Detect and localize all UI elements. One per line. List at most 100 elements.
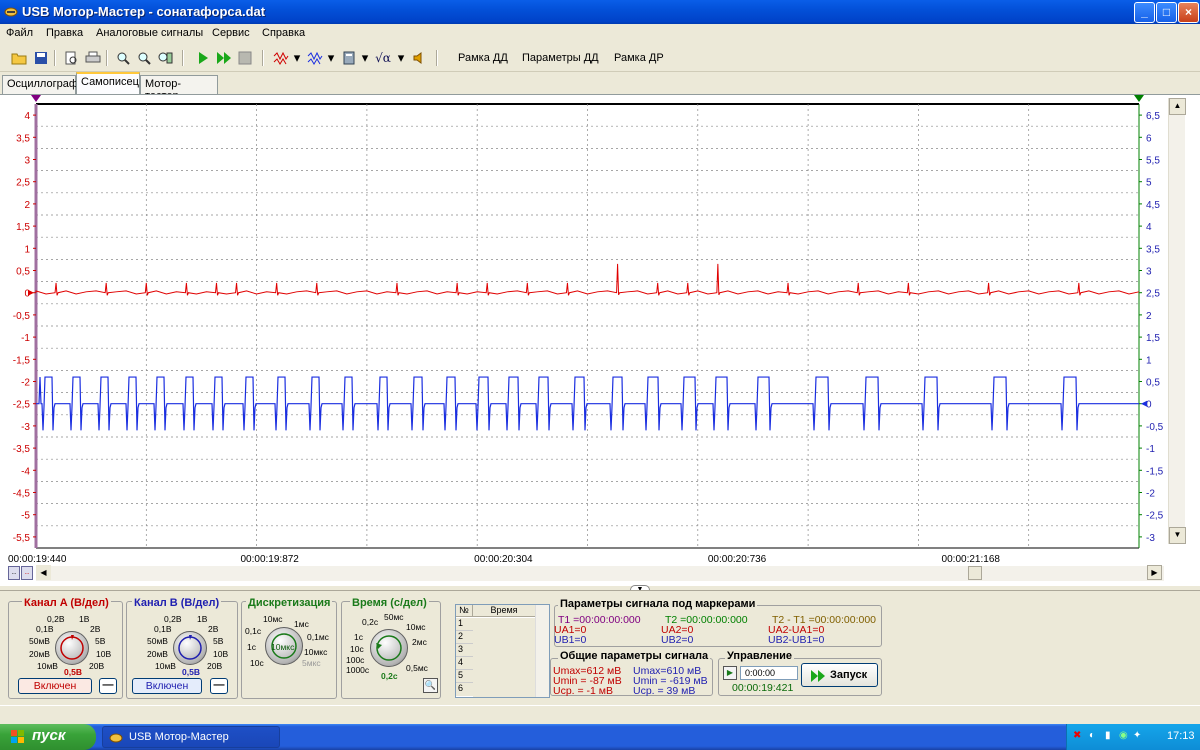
channel-b-signal-icon[interactable] bbox=[306, 49, 324, 67]
channel-a-title: Канал A (В/дел) bbox=[22, 597, 111, 609]
left-tick-label: -4,5 bbox=[13, 489, 31, 500]
dropdown-arrow-icon[interactable]: ▾ bbox=[360, 49, 370, 67]
menu-service[interactable]: Сервис bbox=[212, 27, 250, 39]
frame-dd-button[interactable]: Рамка ДД bbox=[458, 52, 508, 64]
vertical-scrollbar[interactable]: ▲ ▼ bbox=[1168, 98, 1186, 544]
tab-strip: Осциллограф Самописец Мотор-тестер bbox=[0, 72, 1200, 102]
dropdown-arrow-icon[interactable]: ▾ bbox=[396, 49, 406, 67]
channel-b-zero-marker bbox=[1141, 400, 1147, 407]
taskbar-app-label: USB Мотор-Мастер bbox=[129, 731, 229, 743]
scroll-thumb[interactable] bbox=[968, 566, 982, 580]
start-button-label: Запуск bbox=[830, 669, 868, 681]
x-tick-label: 00:00:19:440 bbox=[8, 554, 67, 565]
channel-b-invert-button[interactable]: — bbox=[210, 678, 228, 694]
channel-a-enabled-button[interactable]: Включен bbox=[18, 678, 92, 694]
dropdown-arrow-icon[interactable]: ▾ bbox=[326, 49, 336, 67]
volume-icon[interactable]: ◐ bbox=[1089, 730, 1095, 741]
channel-b-volts-knob[interactable] bbox=[173, 631, 207, 665]
sound-icon[interactable] bbox=[410, 49, 428, 67]
tab-motor-tester[interactable]: Мотор-тестер bbox=[140, 75, 218, 102]
stop-icon[interactable] bbox=[236, 49, 254, 67]
play-icon[interactable] bbox=[194, 49, 212, 67]
zoom-in-icon[interactable] bbox=[114, 49, 132, 67]
knob-label: 10мкс bbox=[304, 647, 328, 657]
knob-label: 1с bbox=[247, 642, 256, 652]
minimize-button[interactable]: _ bbox=[1134, 2, 1155, 23]
start-button[interactable]: Запуск bbox=[801, 663, 878, 687]
right-tick-label: 1,5 bbox=[1146, 333, 1160, 344]
zoom-fit-icon[interactable] bbox=[156, 49, 174, 67]
update-icon[interactable]: ✦ bbox=[1133, 730, 1141, 741]
sampling-knob[interactable]: 10мкс bbox=[265, 627, 303, 665]
calculator-icon[interactable] bbox=[340, 49, 358, 67]
knob-label: 0,5мс bbox=[406, 663, 428, 673]
time-input[interactable]: 0:00:00 bbox=[740, 666, 798, 680]
recorder-chart[interactable]: 43,532,521,510,50-0,5-1-1,5-2-2,5-3-3,5-… bbox=[0, 95, 1200, 587]
timebase-knob[interactable] bbox=[370, 629, 408, 667]
marker-params-title: Параметры сигнала под маркерами bbox=[558, 598, 758, 610]
marker-table[interactable]: № Время 1 2 3 4 5 6 bbox=[455, 604, 550, 698]
fast-forward-icon[interactable] bbox=[215, 49, 233, 67]
timebase-options-icon[interactable]: 🔍 bbox=[423, 678, 438, 693]
scroll-left-icon[interactable]: ◀ bbox=[36, 565, 51, 580]
save-icon[interactable] bbox=[32, 49, 50, 67]
horizontal-scrollbar[interactable]: ◀ ▶ bbox=[36, 565, 1164, 581]
play-small-icon[interactable]: ▶ bbox=[723, 666, 737, 680]
left-tick-label: -3 bbox=[21, 422, 30, 433]
table-scrollbar[interactable] bbox=[535, 605, 549, 697]
zoom-out-icon[interactable] bbox=[135, 49, 153, 67]
security-icon[interactable]: ◉ bbox=[1119, 730, 1128, 741]
windows-logo-icon bbox=[11, 730, 24, 743]
knob-label: 5В bbox=[213, 636, 224, 646]
knob-label: 10с bbox=[350, 644, 364, 654]
left-tick-label: -1 bbox=[21, 333, 30, 344]
math-function-icon[interactable]: √α bbox=[374, 49, 392, 67]
scroll-down-icon[interactable]: ▼ bbox=[1169, 527, 1186, 544]
print-preview-icon[interactable] bbox=[62, 49, 80, 67]
menu-help[interactable]: Справка bbox=[262, 27, 305, 39]
menu-edit[interactable]: Правка bbox=[46, 27, 83, 39]
recorder-chart-area: 4 3,5 3 2,5 2 1,5 1 0,5 0 -0,5 -1 -1,5 -2 -2,5 -3 -3,5-… bbox=[0, 94, 1200, 586]
channel-a-signal-icon[interactable] bbox=[272, 49, 290, 67]
right-tick-label: 2 bbox=[1146, 311, 1152, 322]
taskbar-app-item[interactable]: USB Мотор-Мастер bbox=[102, 726, 280, 748]
channel-a-invert-button[interactable]: — bbox=[99, 678, 117, 694]
left-tick-label: 3,5 bbox=[16, 133, 30, 144]
network-icon[interactable]: ✖ bbox=[1073, 730, 1081, 741]
dropdown-arrow-icon[interactable]: ▾ bbox=[292, 49, 302, 67]
right-tick-label: -1,5 bbox=[1146, 466, 1164, 477]
tab-oscilloscope[interactable]: Осциллограф bbox=[2, 75, 78, 94]
left-tick-label: -4 bbox=[21, 466, 30, 477]
tab-recorder[interactable]: Самописец bbox=[76, 72, 140, 94]
print-icon[interactable] bbox=[84, 49, 102, 67]
timebase-value: 0,2с bbox=[381, 671, 398, 681]
status-bar bbox=[0, 705, 1200, 724]
menu-file[interactable]: Файл bbox=[6, 27, 33, 39]
menu-analog-signals[interactable]: Аналоговые сигналы bbox=[96, 27, 203, 39]
knob-label: 20В bbox=[207, 661, 223, 671]
device-icon[interactable]: ▮ bbox=[1105, 730, 1111, 741]
channel-a-value: 0,5В bbox=[64, 667, 82, 677]
restore-icon: □ bbox=[1162, 5, 1171, 19]
app-icon bbox=[109, 733, 123, 743]
start-button-windows[interactable]: пуск bbox=[0, 724, 96, 750]
scroll-right-icon[interactable]: ▶ bbox=[1147, 565, 1162, 580]
left-tick-label: -2 bbox=[21, 378, 30, 389]
params-dd-button[interactable]: Параметры ДД bbox=[522, 52, 599, 64]
toolbar: ▾ ▾ ▾ √α ▾ Рамка ДД Параметры ДД Рамка Д… bbox=[0, 44, 1200, 72]
left-tick-label: -2,5 bbox=[13, 400, 31, 411]
table-row: 3 bbox=[456, 644, 473, 657]
channel-a-volts-knob[interactable] bbox=[55, 631, 89, 665]
knob-label: 1В bbox=[79, 614, 90, 624]
knob-label: 100с bbox=[346, 655, 365, 665]
close-button[interactable]: × bbox=[1178, 2, 1199, 23]
knob-label: 2В bbox=[208, 624, 219, 634]
open-folder-icon[interactable] bbox=[10, 49, 28, 67]
channel-b-enabled-button[interactable]: Включен bbox=[132, 678, 202, 694]
zoom-small-button-2[interactable]: .. bbox=[21, 566, 33, 580]
knob-label: 5мкс bbox=[302, 658, 321, 668]
zoom-small-button[interactable]: .. bbox=[8, 566, 20, 580]
scroll-up-icon[interactable]: ▲ bbox=[1169, 98, 1186, 115]
frame-dr-button[interactable]: Рамка ДР bbox=[614, 52, 664, 64]
maximize-button[interactable]: □ bbox=[1156, 2, 1177, 23]
